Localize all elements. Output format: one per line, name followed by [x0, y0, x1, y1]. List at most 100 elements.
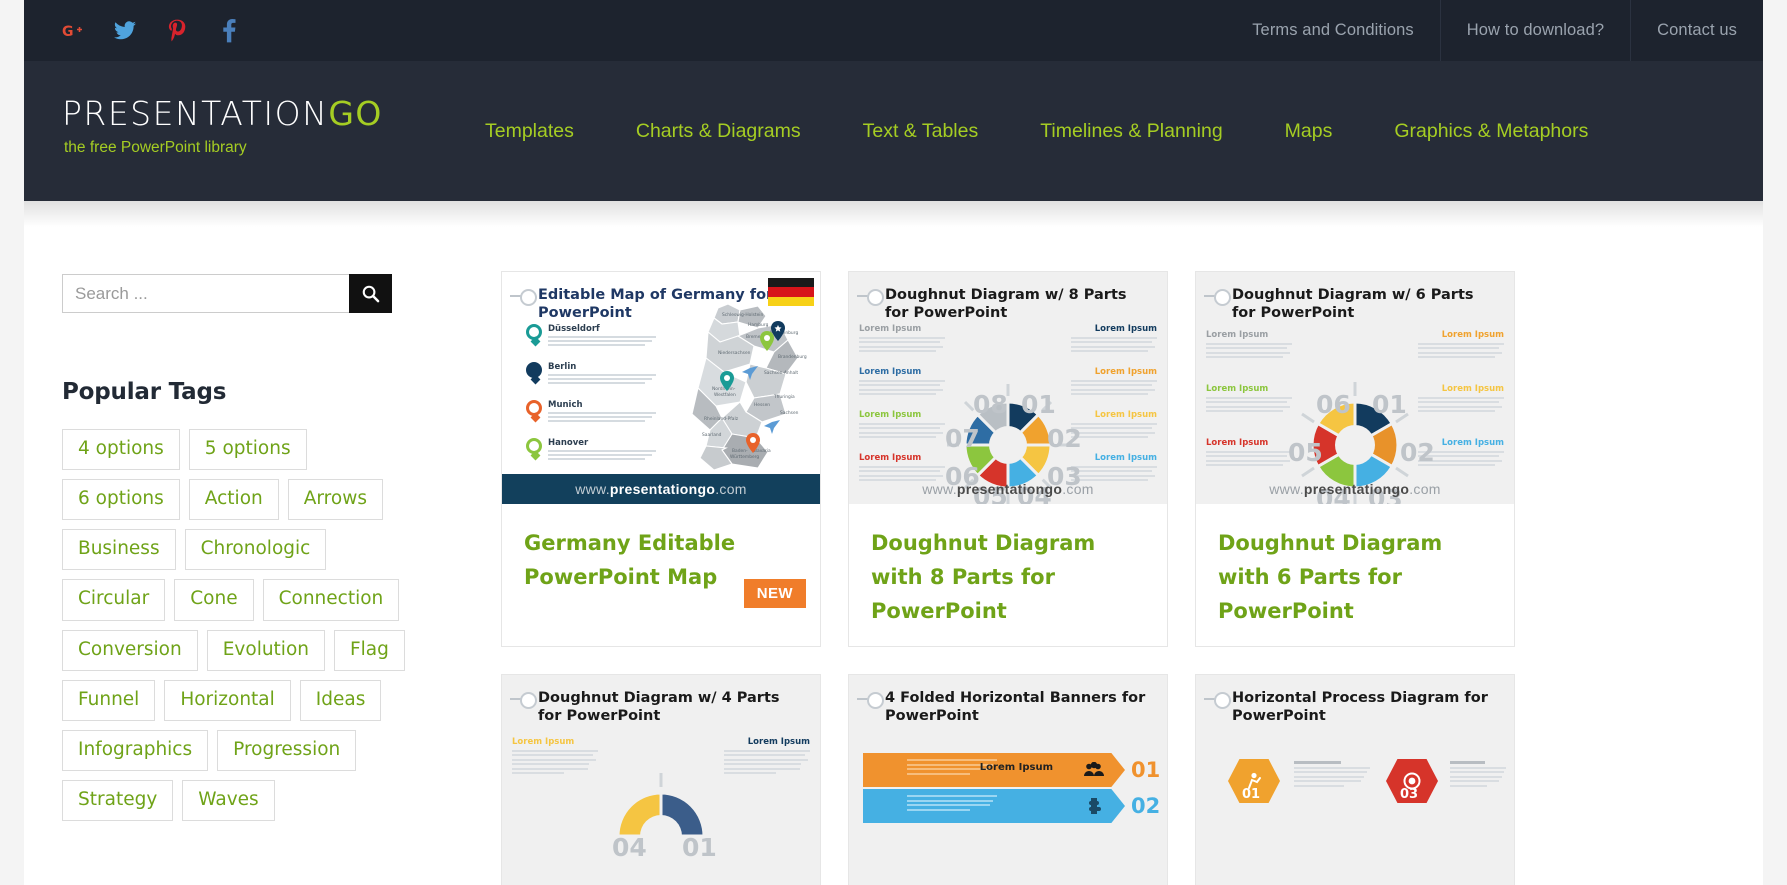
svg-text:Hessen: Hessen: [754, 402, 770, 408]
logo-tagline: the free PowerPoint library: [64, 139, 247, 156]
top-link-contact-us[interactable]: Contact us: [1630, 0, 1763, 61]
process-step-number: 01: [1242, 787, 1261, 803]
slide-right-labels: Lorem Ipsum Lorem Ipsum Lorem Ipsum Lore…: [1071, 324, 1157, 496]
site-logo[interactable]: PRESENTATIONGO the free PowerPoint libra…: [62, 97, 383, 157]
nav-item-timelines-planning[interactable]: Timelines & Planning: [1009, 120, 1253, 143]
svg-text:Hamburg: Hamburg: [748, 322, 769, 328]
template-card[interactable]: Doughnut Diagram w/ 8 Parts for PowerPoi…: [848, 271, 1168, 648]
template-card-grid: Editable Map of Germany for PowerPoint D…: [501, 271, 1541, 885]
template-card[interactable]: 4 Folded Horizontal Banners for PowerPoi…: [848, 674, 1168, 885]
tag-infographics[interactable]: Infographics: [62, 729, 209, 771]
card-thumbnail[interactable]: Doughnut Diagram w/ 8 Parts for PowerPoi…: [849, 272, 1167, 504]
logo-text-presentation: PRESENTATION: [62, 94, 329, 133]
slide-left-labels: Lorem Ipsum: [512, 737, 598, 789]
placeholder-lines: [1206, 396, 1292, 412]
label-heading: Lorem Ipsum: [859, 410, 922, 420]
placeholder-lines: [859, 336, 945, 352]
nav-item-maps[interactable]: Maps: [1254, 120, 1364, 143]
tag-conversion[interactable]: Conversion: [62, 629, 198, 671]
search-submit-button[interactable]: [349, 274, 392, 313]
twitter-icon[interactable]: [112, 18, 138, 44]
banner-number: 01: [1131, 758, 1161, 783]
nav-item-text-tables[interactable]: Text & Tables: [832, 120, 1010, 143]
card-thumbnail[interactable]: Editable Map of Germany for PowerPoint D…: [502, 272, 820, 504]
segment-number: 07: [945, 424, 980, 453]
facebook-icon[interactable]: [216, 18, 242, 44]
svg-text:Nordrhein-: Nordrhein-: [712, 386, 736, 392]
tag-action[interactable]: Action: [188, 479, 279, 521]
tag-strategy[interactable]: Strategy: [62, 779, 174, 821]
tag-ideas[interactable]: Ideas: [299, 679, 382, 721]
template-card[interactable]: Doughnut Diagram w/ 4 Parts for PowerPoi…: [501, 674, 821, 885]
svg-text:Sachsen: Sachsen: [780, 410, 799, 416]
watermark-prefix: www.: [922, 481, 957, 497]
nav-item-charts-diagrams[interactable]: Charts & Diagrams: [605, 120, 832, 143]
search-input[interactable]: [62, 274, 349, 313]
slide-left-labels: Lorem Ipsum Lorem Ipsum Lorem Ipsum: [1206, 330, 1292, 481]
card-thumbnail[interactable]: Doughnut Diagram w/ 4 Parts for PowerPoi…: [502, 675, 820, 885]
process-step-number: 03: [1400, 787, 1419, 803]
slide-title: Horizontal Process Diagram for PowerPoin…: [1232, 690, 1488, 725]
watermark-brand: presentationgo: [956, 481, 1063, 497]
card-thumbnail[interactable]: 4 Folded Horizontal Banners for PowerPoi…: [849, 675, 1167, 885]
card-thumbnail[interactable]: Horizontal Process Diagram for PowerPoin…: [1196, 675, 1514, 885]
slide-bullet-icon: [857, 289, 884, 306]
template-card[interactable]: Horizontal Process Diagram for PowerPoin…: [1195, 674, 1515, 885]
logo-wordmark: PRESENTATIONGO: [62, 97, 383, 130]
label-block: Lorem Ipsum: [724, 737, 810, 775]
card-title-link[interactable]: Doughnut Diagram with 8 Parts for PowerP…: [871, 526, 1145, 628]
tag-horizontal[interactable]: Horizontal: [164, 679, 291, 721]
nav-item-graphics-metaphors[interactable]: Graphics & Metaphors: [1363, 120, 1619, 143]
tag-circular[interactable]: Circular: [62, 579, 166, 621]
popular-tags-heading: Popular Tags: [62, 379, 227, 405]
tag-4-options[interactable]: 4 options: [62, 429, 180, 471]
top-link-terms[interactable]: Terms and Conditions: [1226, 0, 1440, 61]
germany-map-graphic: Schleswig-Holstein Hamburg Bremen Nieder…: [691, 303, 807, 471]
label-heading: Lorem Ipsum: [1206, 384, 1269, 394]
placeholder-lines: [859, 379, 945, 395]
legend-city-label: Berlin: [548, 362, 577, 372]
slide-bullet-icon: [857, 692, 884, 710]
legend-item: Düsseldorf: [526, 324, 656, 348]
template-card[interactable]: Doughnut Diagram w/ 6 Parts for PowerPoi…: [1195, 271, 1515, 648]
card-title-link[interactable]: Doughnut Diagram with 6 Parts for PowerP…: [1218, 526, 1492, 628]
slide-title: 4 Folded Horizontal Banners for PowerPoi…: [885, 690, 1146, 725]
placeholder-lines: [1071, 336, 1157, 352]
tag-waves[interactable]: Waves: [182, 779, 275, 821]
tag-evolution[interactable]: Evolution: [206, 629, 325, 671]
placeholder-lines: [1071, 422, 1157, 438]
label-heading: Lorem Ipsum: [1094, 367, 1157, 377]
nav-item-templates[interactable]: Templates: [454, 120, 605, 143]
tag-arrows[interactable]: Arrows: [287, 479, 383, 521]
tag-funnel[interactable]: Funnel: [62, 679, 156, 721]
tag-5-options[interactable]: 5 options: [188, 429, 307, 471]
svg-text:Brandenburg: Brandenburg: [778, 354, 807, 360]
tag-cone[interactable]: Cone: [174, 579, 254, 621]
legend-placeholder-lines: [548, 374, 656, 384]
tag-flag[interactable]: Flag: [334, 629, 405, 671]
segment-number: 04: [612, 833, 647, 863]
tag-6-options[interactable]: 6 options: [62, 479, 180, 521]
logo-text-go: GO: [328, 94, 383, 133]
label-block: Lorem Ipsum: [859, 367, 945, 395]
placeholder-lines: [724, 749, 810, 775]
tag-business[interactable]: Business: [62, 529, 176, 571]
label-heading: Lorem Ipsum: [1094, 453, 1157, 463]
template-card[interactable]: Editable Map of Germany for PowerPoint D…: [501, 271, 821, 648]
social-links: G: [60, 0, 242, 61]
svg-text:Thuringia: Thuringia: [773, 394, 795, 400]
slide-preview: Doughnut Diagram w/ 4 Parts for PowerPoi…: [502, 675, 820, 885]
tag-chronologic[interactable]: Chronologic: [184, 529, 327, 571]
tag-connection[interactable]: Connection: [262, 579, 400, 621]
watermark-brand: presentationgo: [609, 481, 716, 497]
map-pin-icon: [526, 362, 542, 383]
top-link-how-to-download[interactable]: How to download?: [1439, 0, 1630, 61]
pinterest-icon[interactable]: [164, 18, 190, 44]
card-thumbnail[interactable]: Doughnut Diagram w/ 6 Parts for PowerPoi…: [1196, 272, 1514, 504]
banner-arrow-icon: [1063, 753, 1125, 788]
tag-progression[interactable]: Progression: [217, 729, 357, 771]
watermark-prefix: www.: [575, 481, 610, 497]
google-plus-icon[interactable]: G: [60, 18, 86, 44]
label-heading: Lorem Ipsum: [1441, 330, 1504, 340]
sidebar: Popular Tags 4 options 5 options 6 optio…: [62, 274, 462, 821]
